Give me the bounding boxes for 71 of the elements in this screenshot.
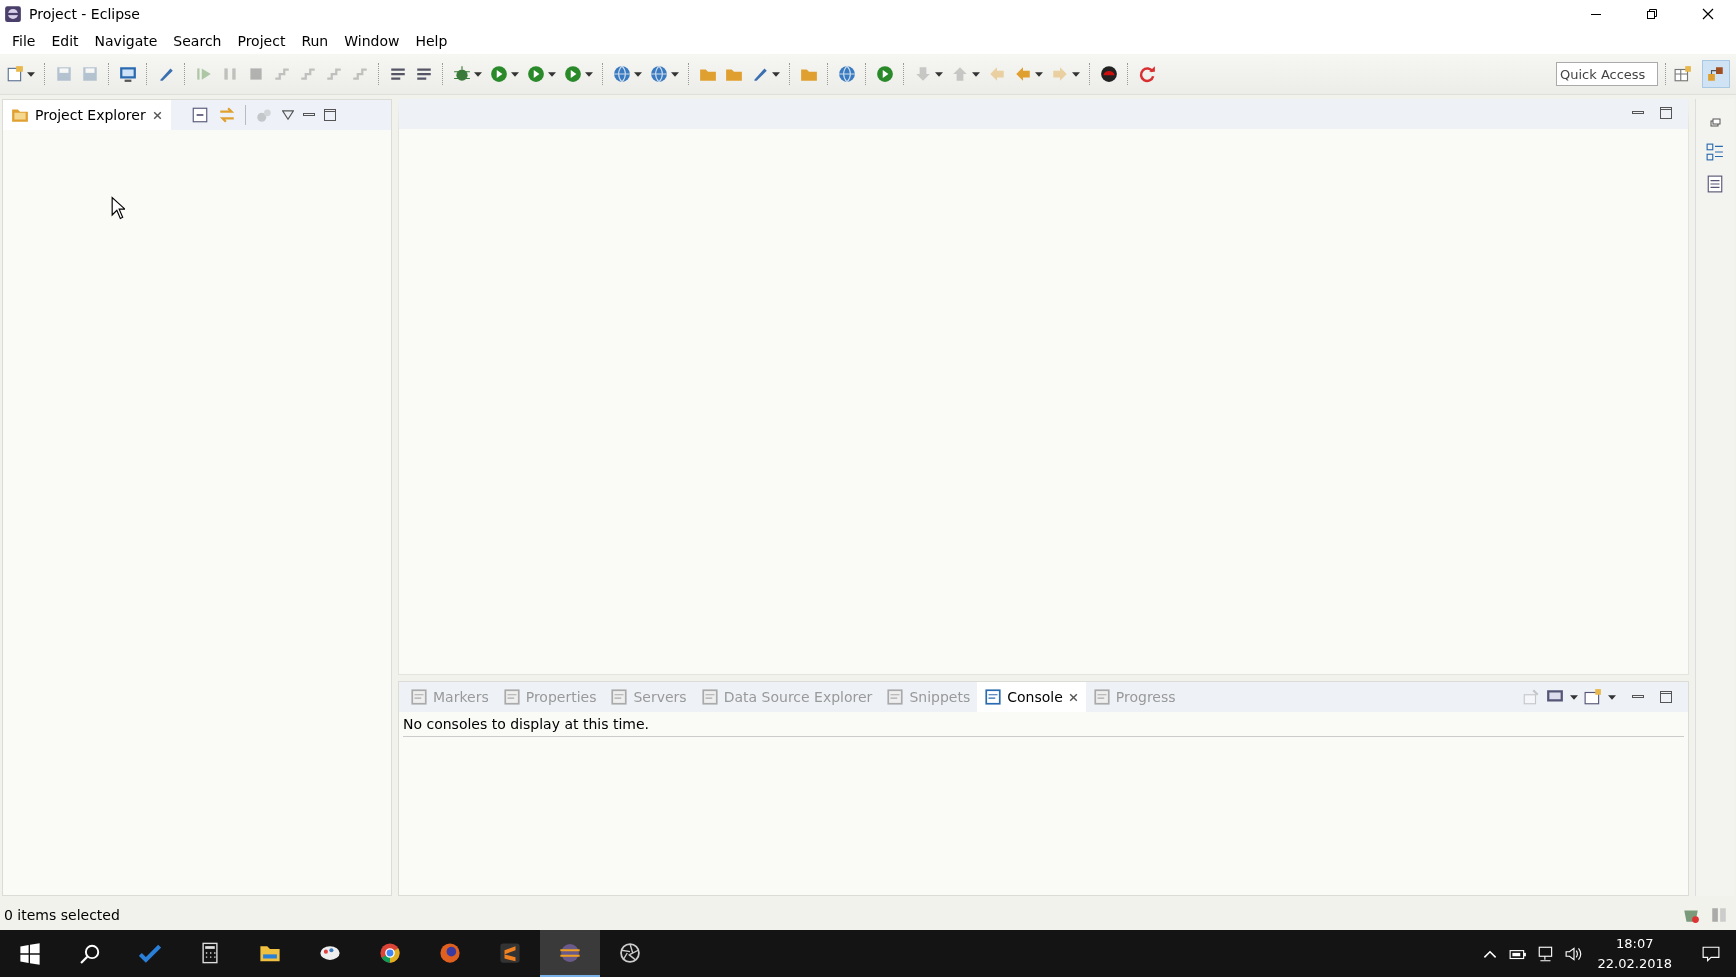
lines-icon[interactable] (389, 65, 407, 83)
menu-item[interactable]: File (4, 33, 44, 49)
caret-icon[interactable] (671, 71, 679, 77)
caret-icon[interactable] (474, 71, 482, 77)
globe-icon[interactable] (838, 65, 856, 83)
menu-item[interactable]: Help (407, 33, 456, 49)
caret-icon[interactable] (585, 71, 593, 77)
mouse-cursor-icon (111, 196, 125, 220)
caret-icon[interactable] (548, 71, 556, 77)
app-logo-icon (4, 5, 22, 23)
view-icon (1092, 688, 1111, 706)
window-title: Project - Eclipse (29, 6, 140, 22)
caret-icon[interactable] (634, 71, 642, 77)
bug-icon[interactable] (453, 65, 471, 83)
clock-time[interactable]: 18:07 (1616, 934, 1654, 954)
menu-item[interactable]: Run (293, 33, 337, 49)
open-perspective-icon[interactable] (1674, 65, 1692, 83)
perspective-icon (1707, 65, 1725, 83)
pencil-icon[interactable] (751, 65, 769, 83)
close-icon[interactable] (1067, 691, 1079, 703)
clock-date[interactable]: 22.02.2018 (1597, 953, 1672, 973)
monitor-icon[interactable] (119, 65, 137, 83)
status-text: 0 items selected (4, 907, 120, 923)
caret-icon[interactable] (1570, 694, 1578, 700)
document-icon[interactable] (6, 65, 24, 83)
caret-icon[interactable] (511, 71, 519, 77)
view-icon (410, 688, 428, 706)
run-icon[interactable] (564, 65, 582, 83)
folder-icon (11, 106, 29, 124)
maximize-icon[interactable] (1660, 107, 1672, 119)
view-tab[interactable]: Console (977, 682, 1086, 712)
console-message: No consoles to display at this time. (403, 712, 1684, 737)
calculator-icon (199, 941, 221, 964)
view-icon (610, 688, 629, 706)
maximize-icon[interactable] (323, 109, 336, 121)
aperture-icon (619, 941, 641, 964)
globe-icon[interactable] (650, 65, 668, 83)
globe-icon[interactable] (613, 65, 631, 83)
lines-icon[interactable] (415, 65, 433, 83)
browser-icon (379, 941, 401, 964)
view-icon (502, 688, 521, 706)
maximize-icon[interactable] (1660, 691, 1672, 703)
view-icon (700, 688, 719, 706)
view-menu-icon[interactable] (281, 109, 294, 121)
menu-item[interactable]: Search (165, 33, 230, 49)
collapse-all-icon[interactable] (190, 106, 209, 124)
sphere-icon (559, 941, 581, 964)
view-icon (886, 688, 905, 706)
new-window-icon[interactable] (1584, 688, 1602, 706)
menu-item[interactable]: Navigate (86, 33, 166, 49)
quick-access-field[interactable]: Quick Access (1556, 62, 1658, 86)
menu-item[interactable]: Project (229, 33, 294, 49)
view-icon (984, 688, 1003, 706)
run-icon[interactable] (876, 65, 894, 83)
caret-icon[interactable] (1608, 694, 1616, 700)
menu-item[interactable]: Edit (43, 33, 87, 49)
caret-icon[interactable] (27, 71, 35, 77)
pencil-icon[interactable] (157, 65, 175, 83)
close-icon[interactable] (151, 109, 163, 121)
refresh-icon[interactable] (1138, 65, 1156, 83)
caret-icon[interactable] (1035, 71, 1043, 77)
menu-item[interactable]: Window (336, 33, 408, 49)
editor-icon (499, 941, 521, 964)
run-icon[interactable] (527, 65, 545, 83)
perspective-button[interactable] (1702, 60, 1730, 88)
view-tab[interactable]: Project Explorer (3, 100, 171, 130)
document-icon[interactable] (1706, 175, 1724, 193)
run-icon[interactable] (490, 65, 508, 83)
browser-icon (439, 941, 461, 964)
caret-icon[interactable] (772, 71, 780, 77)
outline-icon[interactable] (1706, 143, 1724, 161)
